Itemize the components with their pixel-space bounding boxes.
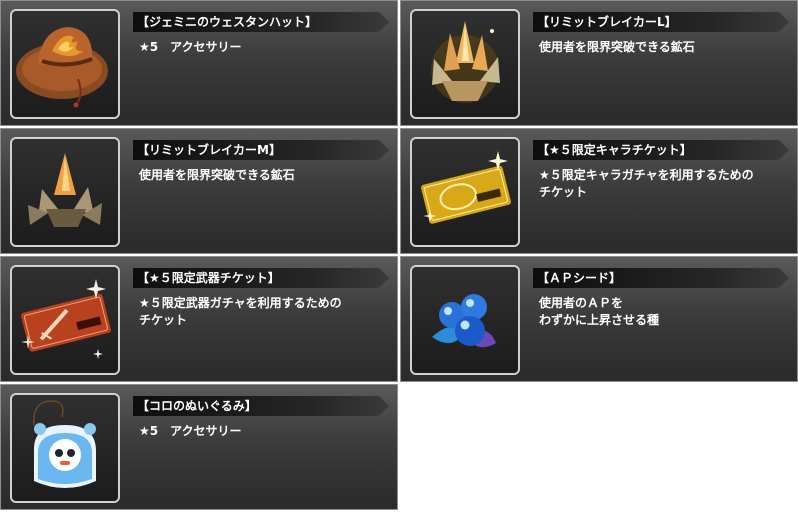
item-card[interactable]: 【リミットブレイカーM】 使用者を限界突破できる鉱石: [0, 128, 398, 254]
item-thumbnail: [410, 9, 520, 119]
item-title: 【コロのぬいぐるみ】: [133, 396, 389, 416]
item-thumbnail: [10, 265, 120, 375]
item-card[interactable]: 【リミットブレイカーL】 使用者を限界突破できる鉱石: [400, 0, 798, 126]
red-ticket-icon: [21, 279, 111, 359]
item-thumbnail: [10, 9, 120, 119]
item-description: ★５限定キャラガチャを利用するための チケット: [539, 168, 754, 199]
crystal-medium-icon: [28, 153, 102, 227]
item-description: ★5 アクセサリー: [139, 40, 242, 54]
gold-ticket-icon: [421, 151, 511, 224]
item-thumbnail: [410, 137, 520, 247]
western-hat-icon: [16, 27, 108, 108]
item-description: ★５限定武器ガチャを利用するための チケット: [139, 296, 342, 327]
ap-seed-icon: [432, 294, 496, 348]
item-thumbnail: [410, 265, 520, 375]
item-description: 使用者のＡＰを わずかに上昇させる種: [539, 296, 660, 327]
item-thumbnail: [10, 137, 120, 247]
item-description: 使用者を限界突破できる鉱石: [539, 40, 695, 54]
item-title: 【リミットブレイカーM】: [133, 140, 389, 160]
item-description: ★5 アクセサリー: [139, 424, 242, 438]
item-card[interactable]: 【ジェミニのウェスタンハット】 ★5 アクセサリー: [0, 0, 398, 126]
item-title: 【リミットブレイカーL】: [533, 12, 789, 32]
item-card[interactable]: 【★５限定武器チケット】 ★５限定武器ガチャを利用するための チケット: [0, 256, 398, 382]
item-title: 【★５限定武器チケット】: [133, 268, 389, 288]
item-thumbnail: [10, 393, 120, 503]
item-title: 【ジェミニのウェスタンハット】: [133, 12, 389, 32]
item-card[interactable]: 【ＡＰシード】 使用者のＡＰを わずかに上昇させる種: [400, 256, 798, 382]
item-description: 使用者を限界突破できる鉱石: [139, 168, 295, 182]
crystal-large-icon: [431, 21, 500, 103]
item-card[interactable]: 【コロのぬいぐるみ】 ★5 アクセサリー: [0, 384, 398, 510]
item-title: 【ＡＰシード】: [533, 268, 789, 288]
plush-doll-icon: [33, 400, 96, 488]
item-grid: 【ジェミニのウェスタンハット】 ★5 アクセサリー 【リミットブレイカーL】 使…: [0, 0, 798, 514]
item-card[interactable]: 【★５限定キャラチケット】 ★５限定キャラガチャを利用するための チケット: [400, 128, 798, 254]
item-title: 【★５限定キャラチケット】: [533, 140, 789, 160]
